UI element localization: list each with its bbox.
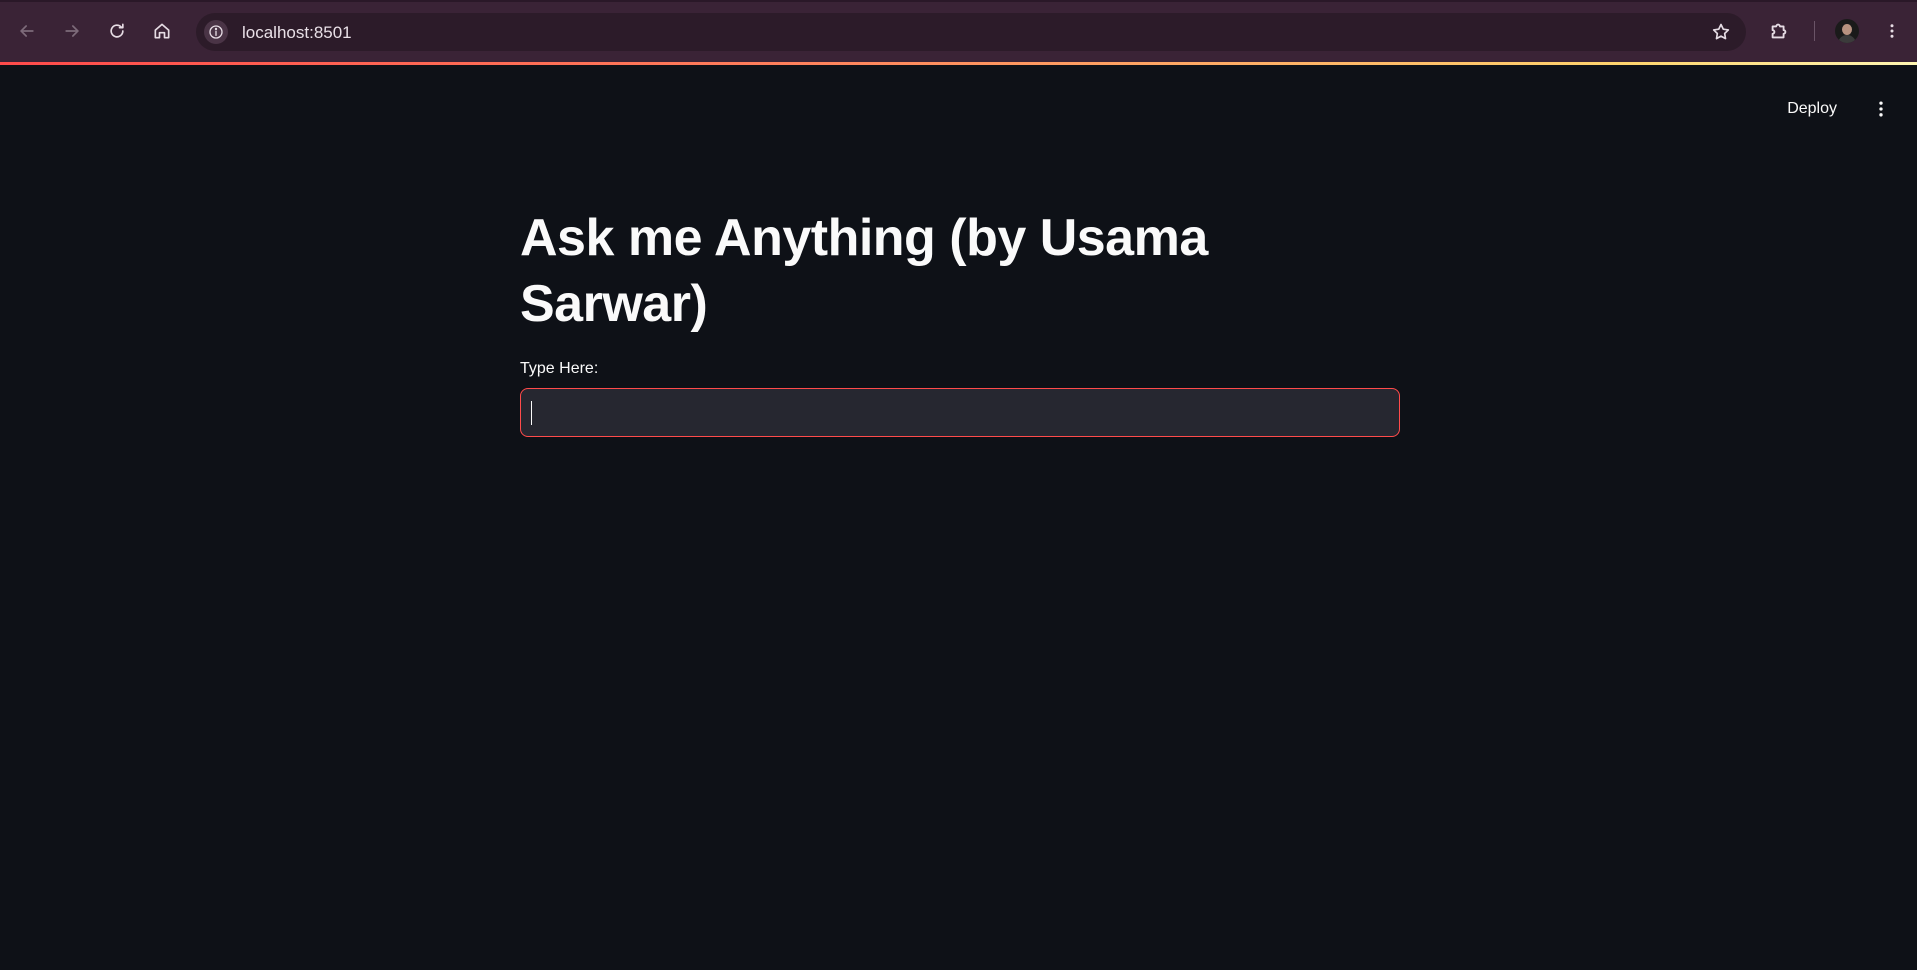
input-label: Type Here: bbox=[520, 360, 599, 377]
address-bar[interactable]: localhost:8501 bbox=[196, 13, 1746, 51]
arrow-left-icon bbox=[20, 25, 34, 37]
toolbar-divider bbox=[1814, 21, 1815, 41]
puzzle-icon bbox=[1771, 23, 1787, 39]
text-caret bbox=[531, 401, 532, 425]
reload-button[interactable] bbox=[103, 17, 131, 45]
kebab-menu-icon bbox=[1890, 24, 1894, 38]
info-icon bbox=[209, 25, 223, 39]
back-button[interactable] bbox=[13, 17, 41, 45]
text-input-container[interactable] bbox=[520, 388, 1400, 437]
main-content: Ask me Anything (by Usama Sarwar) Type H… bbox=[520, 205, 1400, 437]
arrow-right-icon bbox=[65, 25, 79, 37]
bookmark-button[interactable] bbox=[1710, 21, 1732, 43]
query-input[interactable] bbox=[521, 389, 1399, 436]
star-icon bbox=[1712, 23, 1730, 40]
avatar-face bbox=[1842, 24, 1852, 35]
url-text[interactable]: localhost:8501 bbox=[242, 23, 352, 43]
reload-icon bbox=[110, 23, 124, 38]
kebab-menu-icon bbox=[1879, 101, 1883, 117]
home-button[interactable] bbox=[148, 17, 176, 45]
site-info-button[interactable] bbox=[204, 20, 228, 44]
page-title: Ask me Anything (by Usama Sarwar) bbox=[520, 209, 1208, 333]
avatar-body bbox=[1838, 35, 1856, 43]
app-main: Deploy Ask me Anything (by Usama Sarwar)… bbox=[0, 65, 1917, 970]
home-icon bbox=[154, 23, 170, 39]
extensions-button[interactable] bbox=[1766, 18, 1792, 44]
browser-toolbar: localhost:8501 bbox=[0, 0, 1917, 62]
main-menu-button[interactable] bbox=[1867, 93, 1895, 125]
forward-button[interactable] bbox=[58, 17, 86, 45]
deploy-button[interactable]: Deploy bbox=[1781, 92, 1843, 126]
tab-strip-edge bbox=[0, 0, 1917, 2]
avatar[interactable] bbox=[1835, 19, 1859, 43]
browser-menu-button[interactable] bbox=[1883, 19, 1901, 43]
